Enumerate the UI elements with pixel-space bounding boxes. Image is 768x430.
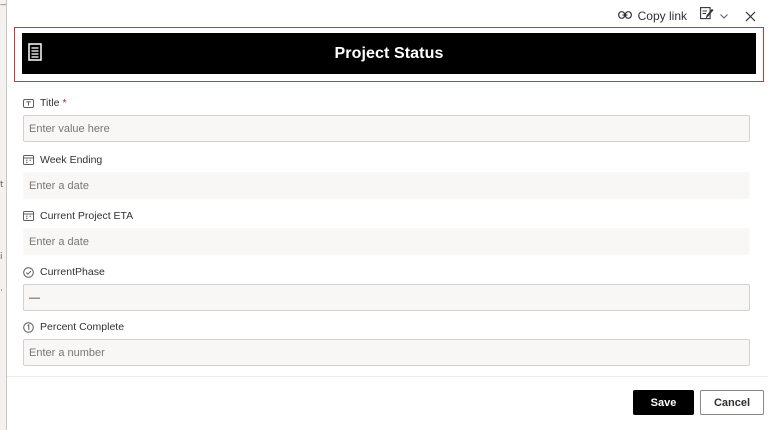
- close-icon: [745, 11, 756, 22]
- field-week-ending: Week Ending Enter a date: [23, 153, 750, 199]
- edit-form-menu-button[interactable]: [697, 6, 731, 26]
- save-button[interactable]: Save: [633, 390, 694, 415]
- field-label: Week Ending: [40, 154, 103, 166]
- footer-divider: [7, 376, 768, 377]
- current-phase-dropdown[interactable]: —: [23, 284, 750, 311]
- field-current-phase: CurrentPhase —: [23, 265, 750, 311]
- field-label: Title: [40, 97, 60, 109]
- project-eta-date-input[interactable]: Enter a date: [23, 228, 750, 255]
- panel-toolbar: Copy link: [614, 6, 760, 26]
- text-field-icon: [23, 98, 34, 108]
- calendar-icon: [23, 155, 34, 165]
- field-label-row: Percent Complete: [23, 320, 750, 334]
- form-panel: Copy link Project Status Title * Enter v…: [6, 0, 768, 430]
- copy-link-label: Copy link: [637, 9, 687, 23]
- week-ending-date-input[interactable]: Enter a date: [23, 172, 750, 199]
- field-current-project-eta: Current Project ETA Enter a date: [23, 209, 750, 255]
- field-label-row: CurrentPhase: [23, 265, 750, 279]
- field-label-row: Week Ending: [23, 153, 750, 167]
- background-glyph: i: [0, 252, 3, 262]
- close-button[interactable]: [741, 6, 760, 26]
- field-title: Title * Enter value here: [23, 96, 750, 142]
- field-label: Current Project ETA: [40, 210, 134, 222]
- background-glyph: t: [0, 180, 4, 190]
- header-selection-outline[interactable]: Project Status: [14, 27, 764, 82]
- background-glyph: ·: [0, 286, 3, 296]
- form-header: Project Status: [22, 33, 756, 74]
- edit-form-icon: [700, 7, 714, 25]
- copy-link-button[interactable]: Copy link: [614, 6, 691, 26]
- title-input[interactable]: Enter value here: [23, 115, 750, 142]
- field-label: Percent Complete: [40, 321, 125, 333]
- chevron-down-icon: [720, 13, 728, 19]
- field-label-row: Current Project ETA: [23, 209, 750, 223]
- form-title: Project Status: [334, 44, 444, 62]
- link-icon: [617, 9, 632, 23]
- field-label: CurrentPhase: [40, 266, 105, 278]
- document-icon: [28, 43, 42, 61]
- field-percent-complete: Percent Complete Enter a number: [23, 320, 750, 366]
- number-icon: [23, 321, 34, 333]
- cancel-button[interactable]: Cancel: [700, 390, 764, 415]
- percent-complete-input[interactable]: Enter a number: [23, 339, 750, 366]
- choice-icon: [23, 266, 34, 278]
- calendar-icon: [23, 211, 34, 221]
- required-marker: *: [62, 97, 67, 109]
- field-label-row: Title *: [23, 96, 750, 110]
